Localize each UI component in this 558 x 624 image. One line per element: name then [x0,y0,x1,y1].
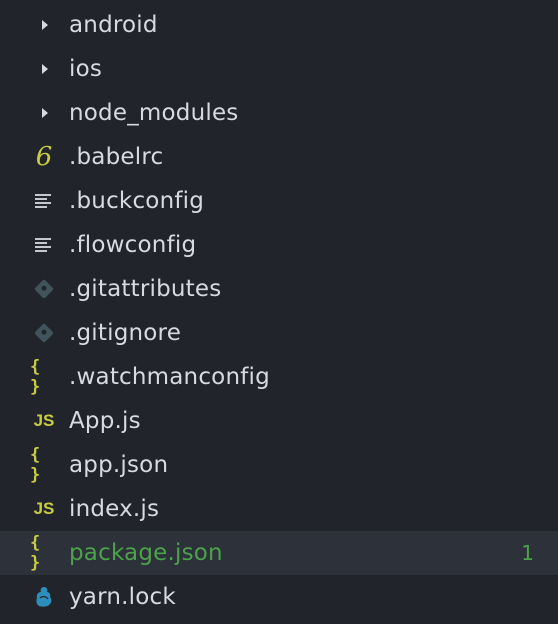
tree-item-buckconfig[interactable]: .buckconfig [0,179,558,223]
tree-item-android[interactable]: android [0,3,558,47]
config-lines-icon [30,179,58,223]
json-glyph: { } [30,357,42,397]
json-icon: { } [30,531,58,575]
babel-glyph: 6 [35,142,53,172]
folder-arrow-icon[interactable] [30,3,58,47]
tree-item-gitignore[interactable]: .gitignore [0,311,558,355]
git-icon [30,311,58,355]
js-icon: JS [30,399,58,443]
tree-item-label: .gitattributes [69,276,222,302]
tree-item-label: app.json [69,452,169,478]
tree-item-package-json[interactable]: { } package.json 1 [0,531,558,575]
json-icon: { } [30,355,58,399]
tree-item-flowconfig[interactable]: .flowconfig [0,223,558,267]
tree-item-label: App.js [69,408,141,434]
git-icon [30,267,58,311]
tree-item-label: .watchmanconfig [69,364,270,390]
folder-arrow-icon[interactable] [30,47,58,91]
tree-item-app-js[interactable]: JS App.js [0,399,558,443]
tree-item-watchmanconfig[interactable]: { } .watchmanconfig [0,355,558,399]
tree-item-label: package.json [69,540,223,566]
tree-item-babelrc[interactable]: 6 .babelrc [0,135,558,179]
tree-item-node-modules[interactable]: node_modules [0,91,558,135]
file-explorer-tree: android ios node_modules 6 .babelrc .buc… [0,0,558,624]
tree-item-label: android [69,12,158,38]
tree-item-label: node_modules [69,100,239,126]
tree-item-label: ios [69,56,103,82]
tree-item-label: .buckconfig [69,188,205,214]
tree-item-index-js[interactable]: JS index.js [0,487,558,531]
js-icon: JS [30,487,58,531]
folder-arrow-icon[interactable] [30,91,58,135]
tree-item-label: yarn.lock [69,584,176,610]
js-glyph: JS [33,499,55,518]
modified-count-badge: 1 [521,541,534,565]
tree-item-yarn-lock[interactable]: yarn.lock [0,575,558,619]
tree-item-ios[interactable]: ios [0,47,558,91]
tree-item-label: index.js [69,496,160,522]
json-glyph: { } [30,533,42,573]
config-lines-icon [30,223,58,267]
tree-item-app-json[interactable]: { } app.json [0,443,558,487]
yarn-icon [30,575,58,619]
babel-icon: 6 [30,135,58,179]
json-glyph: { } [30,445,42,485]
tree-item-gitattributes[interactable]: .gitattributes [0,267,558,311]
tree-item-label: .babelrc [69,144,164,170]
js-glyph: JS [33,411,55,430]
tree-item-label: .flowconfig [69,232,197,258]
tree-item-label: .gitignore [69,320,182,346]
json-icon: { } [30,443,58,487]
